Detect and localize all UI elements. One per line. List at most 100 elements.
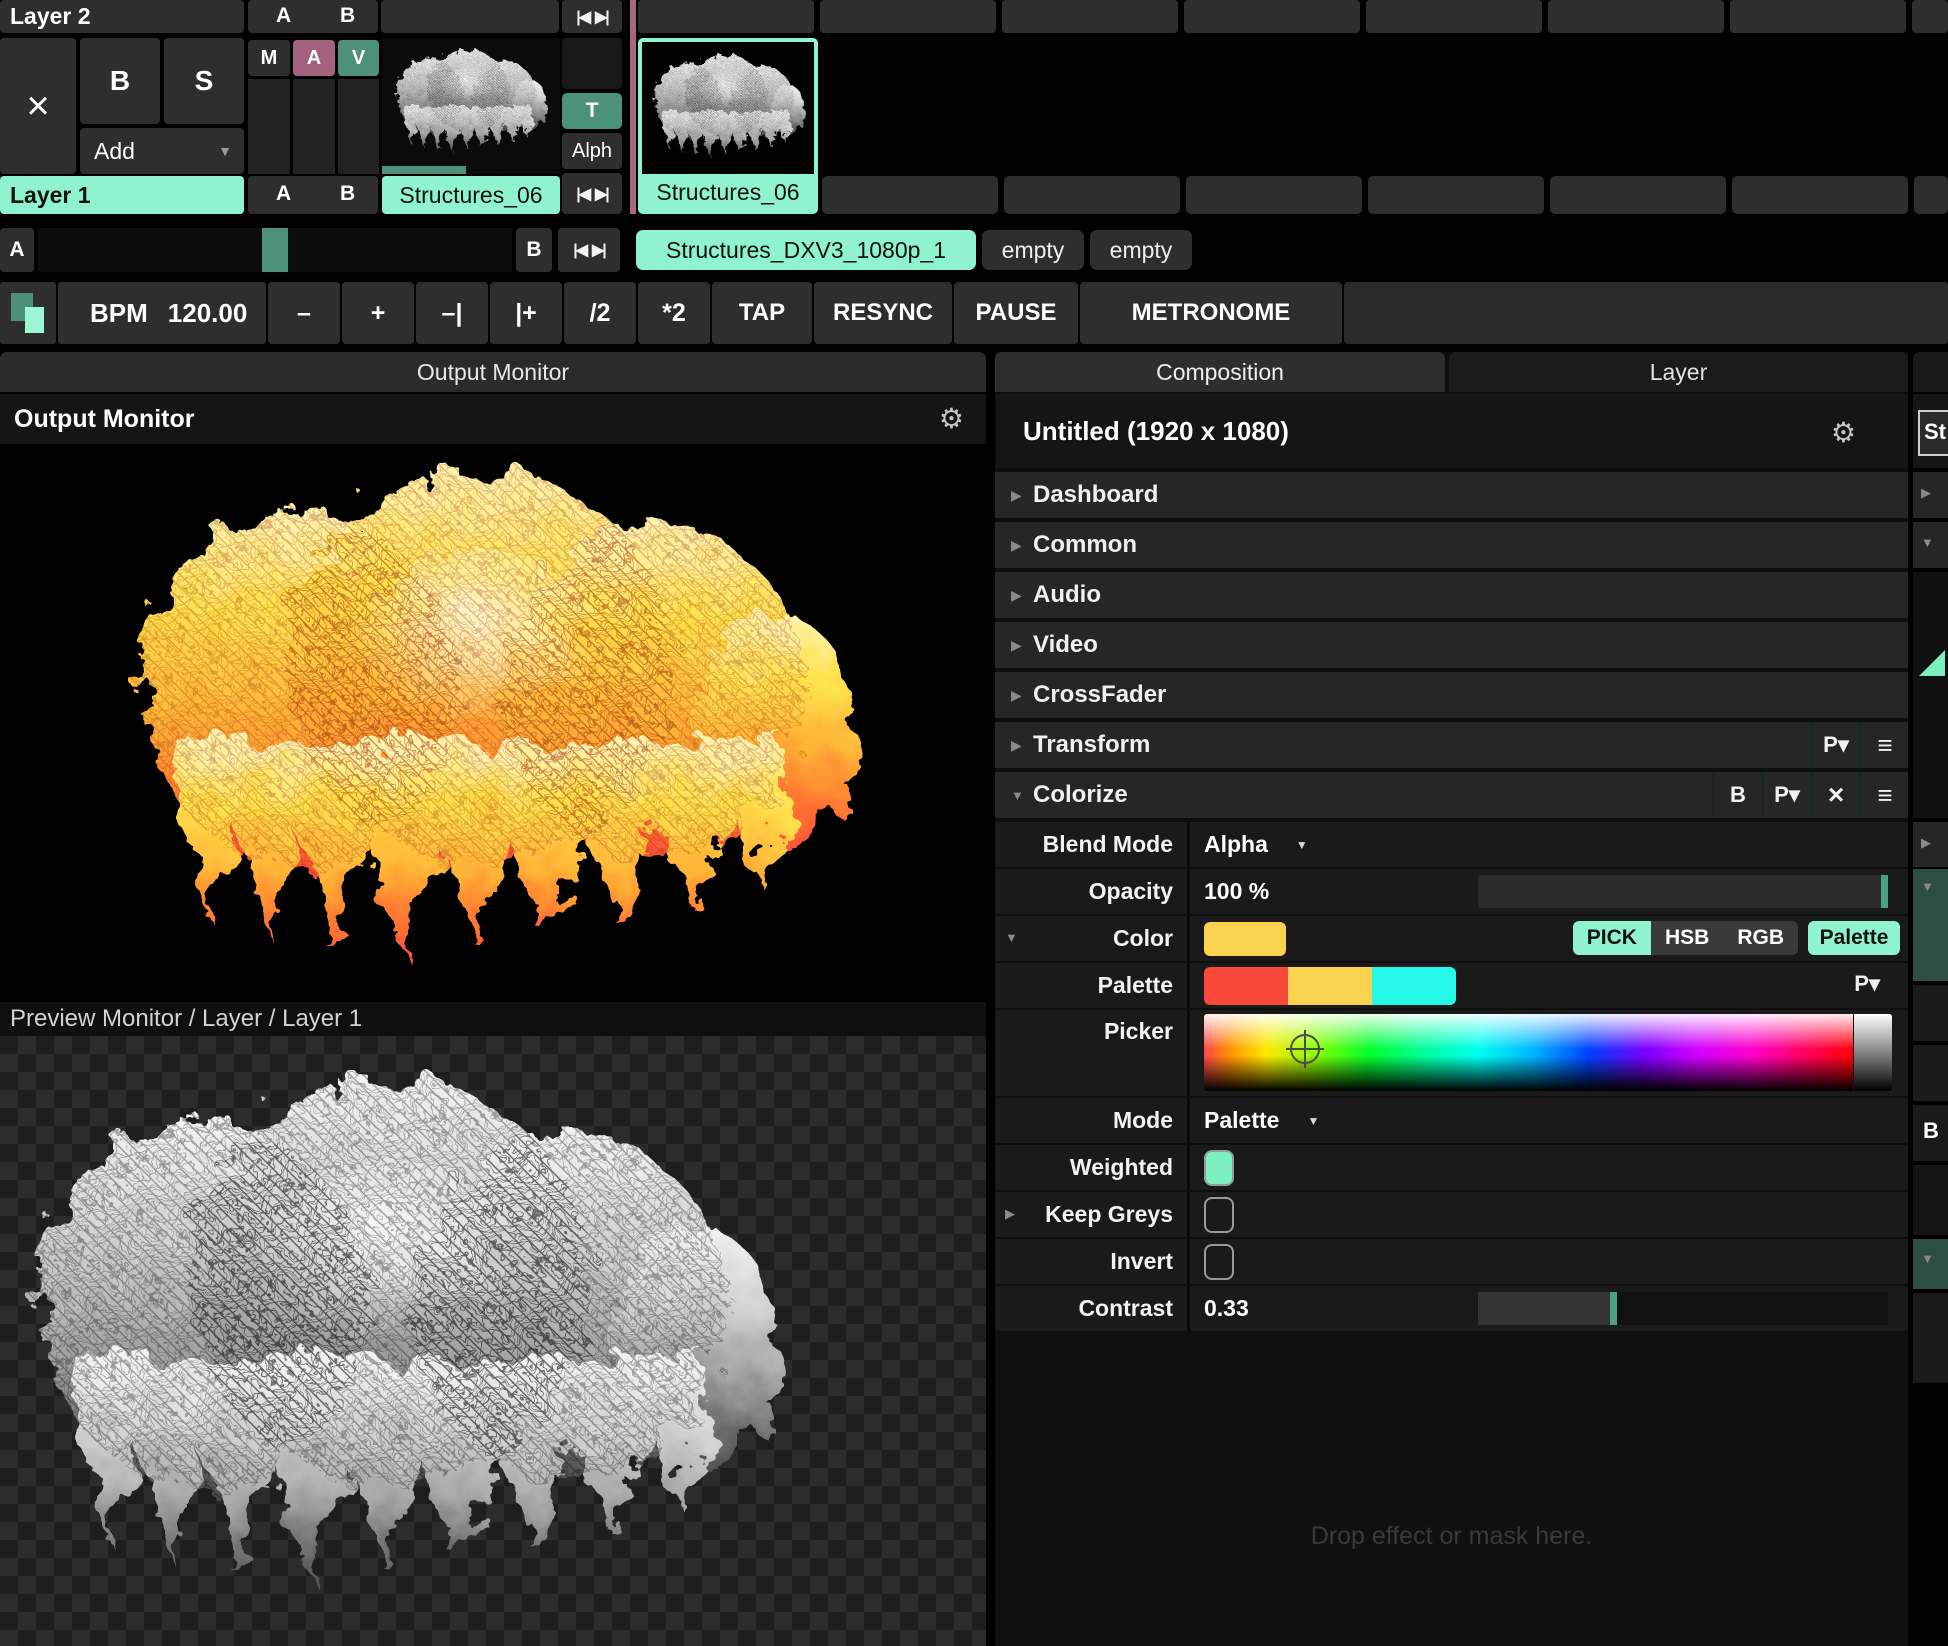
- layer1-blend-dropdown[interactable]: Add ▼: [80, 128, 244, 174]
- section-dashboard[interactable]: ▶Dashboard: [995, 472, 1908, 518]
- bpm-value[interactable]: 120.00: [168, 298, 248, 329]
- bpm-display[interactable]: BPM 120.00: [58, 282, 266, 344]
- clipped-row[interactable]: [1913, 1045, 1948, 1101]
- layer1-clear-button[interactable]: ×: [0, 38, 76, 174]
- empty-clip-slot[interactable]: [1732, 176, 1908, 214]
- colorize-close-button[interactable]: ×: [1810, 772, 1859, 818]
- gear-icon[interactable]: ⚙: [939, 402, 964, 435]
- grid-cell[interactable]: [820, 0, 996, 33]
- clipped-green-row[interactable]: ▼: [1913, 869, 1948, 981]
- expander-icon[interactable]: ▶: [1011, 737, 1033, 754]
- section-crossfader[interactable]: ▶CrossFader: [995, 672, 1908, 718]
- picker-cursor[interactable]: [1290, 1034, 1320, 1064]
- contrast-value[interactable]: 0.33: [1204, 1295, 1249, 1322]
- empty-clip-slot[interactable]: [1368, 176, 1544, 214]
- palette-preset-button[interactable]: P▾: [1854, 971, 1880, 997]
- opacity-value[interactable]: 100 %: [1204, 878, 1269, 905]
- clipped-green-row[interactable]: ▼: [1913, 1239, 1948, 1289]
- keep-greys-checkbox[interactable]: [1204, 1197, 1234, 1233]
- section-video[interactable]: ▶Video: [995, 622, 1908, 668]
- weighted-checkbox[interactable]: [1204, 1150, 1234, 1186]
- beat-minus-button[interactable]: –|: [416, 282, 488, 344]
- transform-preset-button[interactable]: P▾: [1810, 722, 1859, 768]
- collapse-icon[interactable]: ▼: [1011, 788, 1033, 803]
- layer2-a[interactable]: A: [276, 4, 291, 28]
- crossfader-track[interactable]: [38, 228, 512, 272]
- empty-slot-button[interactable]: empty: [1090, 230, 1192, 270]
- expander-icon[interactable]: ▶: [1011, 487, 1033, 504]
- clip-upper-cell[interactable]: [562, 38, 622, 89]
- tap-button[interactable]: TAP: [712, 282, 812, 344]
- layer1-m-fader[interactable]: [248, 79, 290, 174]
- bpm-half-button[interactable]: /2: [564, 282, 636, 344]
- layer1-bypass-button[interactable]: B: [80, 38, 160, 124]
- layer1-a[interactable]: A: [276, 182, 291, 206]
- clipped-title-box[interactable]: St: [1918, 410, 1948, 456]
- layer1-audio-button[interactable]: A: [293, 40, 335, 76]
- layer2-ab-cell[interactable]: A B: [248, 0, 378, 33]
- effect-drop-zone[interactable]: Drop effect or mask here.: [995, 1332, 1908, 1646]
- layer1-ab-cell[interactable]: A B: [248, 176, 378, 214]
- picker-gray-strip[interactable]: [1853, 1014, 1892, 1091]
- clip-thumbnail-cell[interactable]: [382, 38, 560, 174]
- section-audio[interactable]: ▶Audio: [995, 572, 1908, 618]
- skip-fwd-icon[interactable]: ▶|: [592, 240, 605, 260]
- skip-fwd-icon[interactable]: ▶|: [595, 7, 608, 27]
- expander-icon[interactable]: ▶: [1011, 637, 1033, 654]
- empty-slot-button[interactable]: empty: [982, 230, 1084, 270]
- contrast-slider[interactable]: [1478, 1292, 1888, 1325]
- clipped-row[interactable]: ▶: [1913, 472, 1948, 518]
- bpm-minus-button[interactable]: –: [268, 282, 340, 344]
- gear-icon[interactable]: ⚙: [1831, 416, 1856, 449]
- empty-clip-slot[interactable]: [822, 176, 998, 214]
- empty-clip-slot[interactable]: [1004, 176, 1180, 214]
- palette-toggle-button[interactable]: Palette: [1808, 921, 1900, 955]
- layer2-empty-cell[interactable]: [381, 0, 559, 33]
- active-clip-button[interactable]: Structures_DXV3_1080p_1: [636, 230, 976, 270]
- palette-swatch-cyan[interactable]: [1372, 967, 1456, 1005]
- grid-cell[interactable]: [1184, 0, 1360, 33]
- clipped-row[interactable]: ▶: [1913, 822, 1948, 867]
- clipped-row[interactable]: [1913, 985, 1948, 1041]
- contrast-slider-thumb[interactable]: [1610, 1292, 1617, 1325]
- layer1-solo-button[interactable]: S: [164, 38, 244, 124]
- tab-composition[interactable]: Composition: [995, 352, 1445, 392]
- resolume-logo[interactable]: [0, 282, 56, 344]
- metronome-button[interactable]: METRONOME: [1080, 282, 1342, 344]
- expander-icon[interactable]: ▶: [1011, 587, 1033, 604]
- layer2-b[interactable]: B: [340, 4, 355, 28]
- palette-swatch-yellow[interactable]: [1288, 967, 1372, 1005]
- empty-clip-slot[interactable]: [1550, 176, 1726, 214]
- empty-clip-slot[interactable]: [1186, 176, 1362, 214]
- colorize-menu-button[interactable]: ≡: [1859, 772, 1908, 818]
- clipped-b-row[interactable]: B: [1913, 1105, 1948, 1161]
- layer1-name[interactable]: Layer 1: [0, 176, 244, 214]
- section-colorize[interactable]: ▼Colorize B P▾ × ≡: [995, 772, 1908, 818]
- layer1-video-button[interactable]: V: [338, 40, 379, 76]
- skip-back-icon[interactable]: |◀: [576, 7, 589, 27]
- layer1-mute-button[interactable]: M: [248, 40, 290, 76]
- selected-clip[interactable]: Structures_06: [638, 38, 818, 214]
- crossfader-transport[interactable]: |◀ ▶|: [558, 228, 620, 272]
- clip-transport[interactable]: |◀▶|: [562, 173, 622, 214]
- bpm-double-button[interactable]: *2: [638, 282, 710, 344]
- color-swatch[interactable]: [1204, 922, 1286, 956]
- mode-dropdown[interactable]: Palette▼: [1190, 1098, 1908, 1143]
- color-mode-hsb[interactable]: HSB: [1651, 921, 1723, 955]
- beat-plus-button[interactable]: |+: [490, 282, 562, 344]
- opacity-slider-thumb[interactable]: [1881, 875, 1888, 908]
- grid-cell[interactable]: [1912, 0, 1948, 33]
- clip1-name[interactable]: Structures_06: [382, 176, 560, 214]
- skip-fwd-icon[interactable]: ▶|: [595, 184, 608, 204]
- colorize-bypass-button[interactable]: B: [1712, 772, 1761, 818]
- skip-back-icon[interactable]: |◀: [573, 240, 586, 260]
- opacity-slider[interactable]: [1478, 875, 1888, 908]
- clip-transition-button[interactable]: T: [562, 93, 622, 129]
- pause-button[interactable]: PAUSE: [954, 282, 1078, 344]
- blend-mode-dropdown[interactable]: Alpha▼: [1190, 822, 1908, 867]
- resync-button[interactable]: RESYNC: [814, 282, 952, 344]
- expander-icon[interactable]: ▶: [1011, 537, 1033, 554]
- crossfader-a-button[interactable]: A: [0, 228, 34, 272]
- section-common[interactable]: ▶Common: [995, 522, 1908, 568]
- crossfader-b-button[interactable]: B: [516, 228, 552, 272]
